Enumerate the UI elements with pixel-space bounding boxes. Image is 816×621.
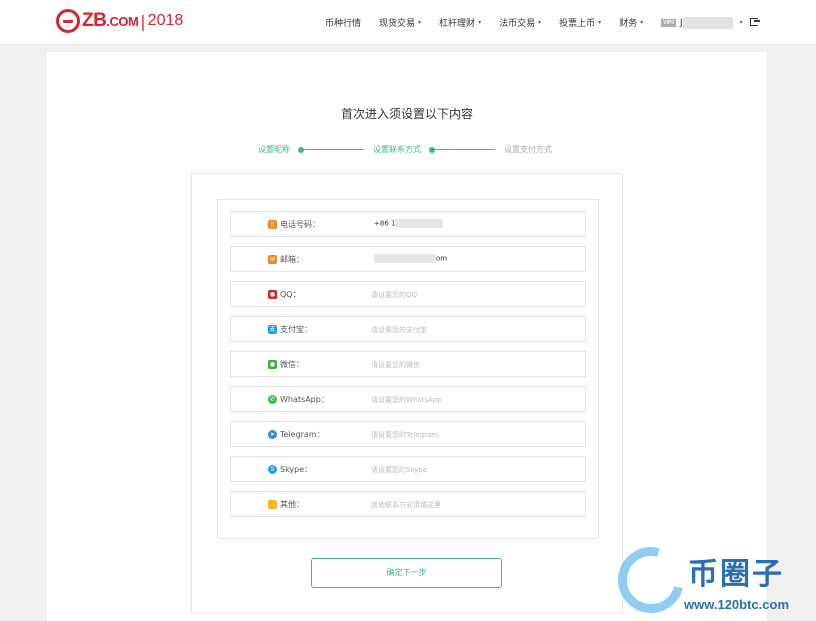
- contact-row-qq: ● QQ：: [230, 281, 586, 307]
- whatsapp-label: WhatsApp：: [280, 395, 329, 404]
- contact-row-telegram: ➤ Telegram：: [230, 421, 586, 447]
- phone-value[interactable]: +86 1: [374, 219, 444, 228]
- top-header: ZB.COM | 2018 币种行情 现货交易 ▾ 杠杆理财 ▾ 法币交易 ▾ 投票上…: [0, 0, 816, 45]
- main-nav: 币种行情 现货交易 ▾ 杠杆理财 ▾ 法币交易 ▾ 投票上币 ▾ 财务 ▾ VIP0 J …: [325, 16, 761, 29]
- step-2-label: 设置联系方式: [373, 145, 421, 154]
- contact-row-other: … 其他：: [230, 491, 586, 517]
- next-step-button[interactable]: 确定下一步: [311, 558, 502, 588]
- chevron-down-icon: ▾: [478, 19, 482, 26]
- logo-year: 2018: [147, 12, 184, 29]
- wechat-icon: ●: [268, 360, 277, 369]
- step-2-line: [435, 149, 495, 150]
- contact-row-wechat: ● 微信：: [230, 351, 586, 377]
- whatsapp-input[interactable]: [371, 392, 571, 407]
- logo-text: ZB.COM: [82, 10, 139, 31]
- contact-list: ▯ 电话号码： +86 1 ✉ 邮箱： om ● QQ： 支 支付宝： ●: [217, 199, 599, 539]
- nav-item-spot-trading[interactable]: 现货交易 ▾: [379, 16, 421, 29]
- alipay-label: 支付宝：: [280, 325, 312, 334]
- other-icon: …: [268, 500, 277, 509]
- contact-row-skype: S Skype：: [230, 456, 586, 482]
- alipay-icon: 支: [268, 325, 277, 334]
- main-card: 首次进入须设置以下内容 设置昵称 设置联系方式 设置支付方式 ▯ 电话号码： +…: [47, 52, 767, 621]
- contact-row-phone: ▯ 电话号码： +86 1: [230, 211, 586, 237]
- logout-icon[interactable]: [750, 18, 760, 26]
- nav-item-market[interactable]: 币种行情: [325, 16, 361, 29]
- skype-input[interactable]: [371, 462, 571, 477]
- chevron-down-icon: ▾: [640, 19, 644, 26]
- user-menu[interactable]: VIP0 J ▾: [661, 16, 743, 29]
- step-3-label: 设置支付方式: [504, 145, 552, 154]
- vip-badge: VIP0: [661, 18, 677, 27]
- contact-row-alipay: 支 支付宝：: [230, 316, 586, 342]
- qq-label: QQ：: [280, 290, 301, 299]
- email-value[interactable]: om: [374, 254, 447, 263]
- zb-logo-mark-icon: [56, 9, 80, 33]
- phone-icon: ▯: [268, 220, 277, 229]
- other-label: 其他：: [280, 500, 304, 509]
- watermark-logo-icon: [605, 534, 697, 621]
- qq-icon: ●: [268, 290, 277, 299]
- chevron-down-icon: ▾: [739, 19, 743, 26]
- logo-separator: |: [140, 11, 146, 31]
- nav-item-fiat-trading[interactable]: 法币交易 ▾: [499, 16, 541, 29]
- nav-item-finance[interactable]: 财务 ▾: [619, 16, 643, 29]
- qq-input[interactable]: [371, 287, 571, 302]
- chevron-down-icon: ▾: [418, 19, 422, 26]
- wechat-label: 微信：: [280, 360, 304, 369]
- whatsapp-icon: ✆: [268, 395, 277, 404]
- nav-item-leverage[interactable]: 杠杆理财 ▾: [439, 16, 481, 29]
- watermark: 币圈子 www.120btc.com: [605, 534, 816, 621]
- step-1-label: 设置昵称: [258, 145, 290, 154]
- skype-icon: S: [268, 465, 277, 474]
- wechat-input[interactable]: [371, 357, 571, 372]
- step-2-dot: [429, 147, 435, 153]
- telegram-icon: ➤: [268, 430, 277, 439]
- telegram-label: Telegram：: [280, 430, 325, 439]
- telegram-input[interactable]: [371, 427, 571, 442]
- other-input[interactable]: [371, 497, 571, 512]
- contact-form-box: ▯ 电话号码： +86 1 ✉ 邮箱： om ● QQ： 支 支付宝： ●: [191, 173, 623, 613]
- alipay-input[interactable]: [371, 322, 571, 337]
- blurred-username: [682, 16, 733, 29]
- phone-label: 电话号码：: [280, 220, 320, 229]
- nav-item-vote-listing[interactable]: 投票上币 ▾: [559, 16, 601, 29]
- page-title: 首次进入须设置以下内容: [340, 107, 473, 121]
- chevron-down-icon: ▾: [538, 19, 542, 26]
- zb-logo[interactable]: ZB.COM | 2018: [56, 8, 183, 34]
- watermark-text: 币圈子: [688, 557, 784, 592]
- email-label: 邮箱：: [280, 255, 304, 264]
- contact-row-whatsapp: ✆ WhatsApp：: [230, 386, 586, 412]
- step-progress: 设置昵称 设置联系方式 设置支付方式: [47, 144, 767, 158]
- chevron-down-icon: ▾: [598, 19, 602, 26]
- skype-label: Skype：: [280, 465, 313, 474]
- watermark-url: www.120btc.com: [684, 597, 789, 612]
- step-1-line: [304, 149, 364, 150]
- email-icon: ✉: [268, 255, 277, 264]
- contact-row-email: ✉ 邮箱： om: [230, 246, 586, 272]
- step-1-dot: [298, 147, 304, 153]
